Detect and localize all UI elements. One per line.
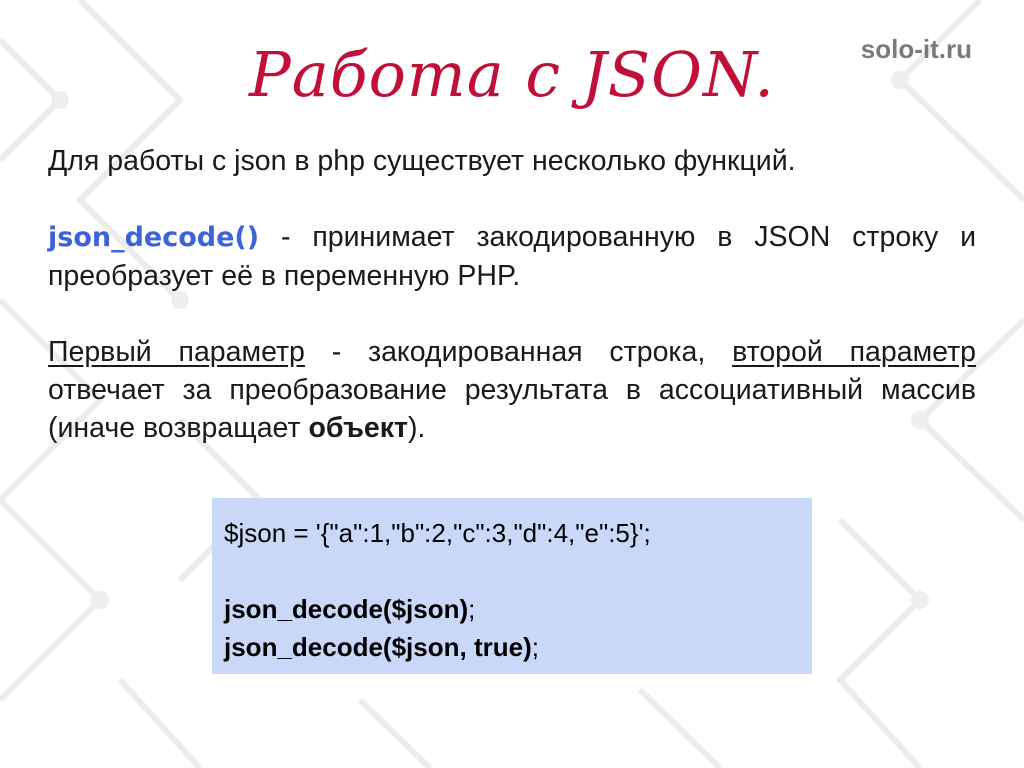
code-semicolon: ; [468, 594, 476, 624]
slide-content: Для работы с json в php существует неско… [48, 142, 976, 485]
code-call-decode-true: json_decode($json, true) [224, 632, 532, 662]
object-word: объект [308, 412, 408, 444]
json-decode-paragraph: json_decode() - принимает закодированную… [48, 218, 976, 295]
second-param-text: отвечает за преобразование результата в … [48, 374, 976, 444]
slide-title: Работа с JSON. [249, 38, 775, 111]
code-example-box: $json = '{"a":1,"b":2,"c":3,"d":4,"e":5}… [212, 498, 812, 674]
code-semicolon: ; [531, 632, 539, 662]
second-param-label: второй параметр [732, 336, 976, 368]
closing-text: ). [407, 412, 426, 444]
first-param-text: - закодированная строка, [304, 336, 733, 368]
code-line-decode-assoc: json_decode($json, true); [224, 628, 800, 666]
code-call-decode: json_decode($json) [224, 594, 469, 624]
code-line-json-assign: $json = '{"a":1,"b":2,"c":3,"d":4,"e":5}… [224, 518, 651, 548]
intro-paragraph: Для работы с json в php существует неско… [48, 145, 796, 177]
parameters-paragraph: Первый параметр - закодированная строка,… [48, 333, 976, 447]
function-name: json_decode() [48, 222, 260, 253]
code-line-decode-object: json_decode($json); [224, 590, 800, 628]
first-param-label: Первый параметр [48, 336, 305, 368]
